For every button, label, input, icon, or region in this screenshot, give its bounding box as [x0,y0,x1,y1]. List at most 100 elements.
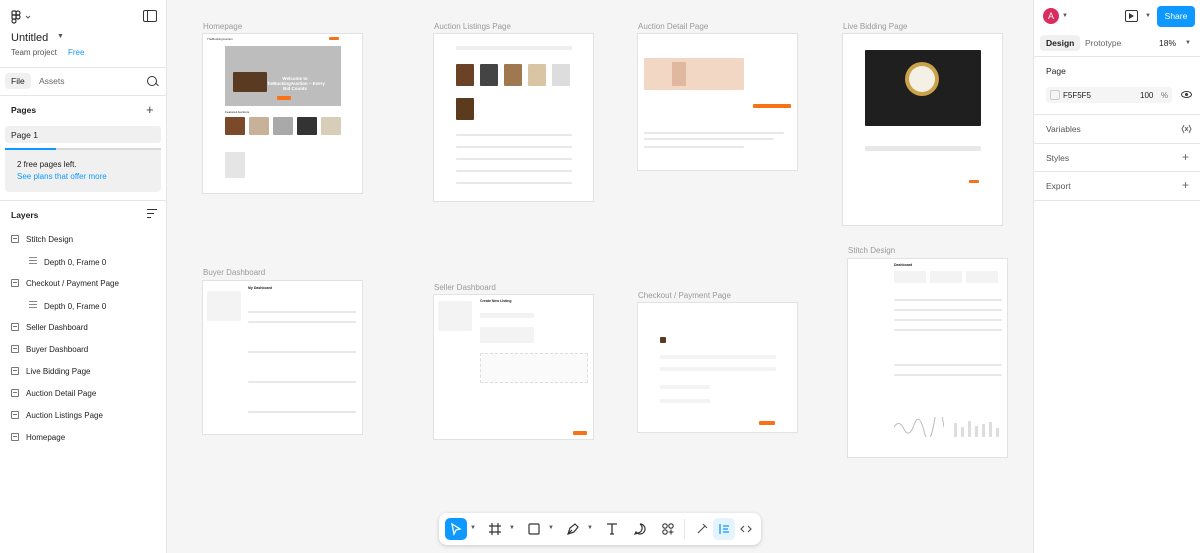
components-button[interactable] [657,518,679,540]
layer-label: Auction Listings Page [26,411,103,420]
frame-live[interactable] [843,34,1002,225]
zoom-level[interactable]: 18% [1159,38,1176,48]
tab-file[interactable]: File [5,73,31,89]
frame-icon [11,235,19,243]
background-hex[interactable]: F5F5F5 [1063,91,1091,100]
dev-mode-button[interactable] [735,518,757,540]
pencil-icon [697,523,708,534]
hero-title: Welcome to TheBuckingAuction – Every Bid… [265,76,325,91]
draw-mode-button[interactable] [691,518,713,540]
add-style-icon[interactable]: + [1182,151,1189,163]
chevron-down-icon[interactable]: ▼ [1185,40,1191,46]
add-export-icon[interactable]: + [1182,179,1189,191]
frame-homepage[interactable]: TheBuckingAuction Welcome to TheBuckingA… [203,34,362,193]
tab-prototype[interactable]: Prototype [1085,38,1121,48]
move-tool-button[interactable] [445,518,467,540]
divider [0,200,167,201]
frame-seller[interactable]: Create New Listing [434,295,593,439]
variables-icon[interactable] [1181,124,1192,134]
frame-icon [11,323,19,331]
comment-tool-button[interactable] [629,518,651,540]
toggle-sidebar-icon[interactable] [143,10,157,22]
layer-item[interactable]: Checkout / Payment Page [11,279,119,288]
frame-tool-button[interactable] [484,518,506,540]
styles-label[interactable]: Styles [1046,153,1069,163]
chevron-down-icon[interactable]: ▼ [509,525,515,531]
frame-buyer[interactable]: My Dashboard [203,281,362,434]
export-label[interactable]: Export [1046,181,1071,191]
eye-icon[interactable] [1181,91,1192,98]
avatar[interactable]: A [1043,8,1059,24]
layer-item[interactable]: Live Bidding Page [11,367,91,376]
page-item[interactable]: Page 1 [5,126,161,143]
layer-item[interactable]: Depth 0, Frame 0 [29,301,106,311]
frame-label-homepage[interactable]: Homepage [203,22,242,31]
collapse-layers-icon[interactable] [147,209,157,218]
figma-logo-icon[interactable] [11,10,33,24]
pen-tool-button[interactable] [562,518,584,540]
frame-stitch[interactable]: Dashboard [848,259,1007,457]
listing-row [456,158,572,160]
free-pages-text: 2 free pages left. [17,160,77,169]
chevron-down-icon[interactable]: ▼ [470,525,476,531]
text-tool-button[interactable] [601,518,623,540]
layer-item[interactable]: Stitch Design [11,235,73,244]
sales-bar-chart [954,421,999,437]
plan-badge[interactable]: Free [68,48,84,57]
left-tabs: File Assets [0,68,166,96]
frame-label-checkout[interactable]: Checkout / Payment Page [638,291,731,300]
background-color-field[interactable]: F5F5F5 100 % [1046,87,1172,103]
frame-checkout[interactable] [638,303,797,432]
checkout-field [660,399,710,403]
stat-card [930,271,962,283]
frame-label-live[interactable]: Live Bidding Page [843,22,908,31]
file-title[interactable]: Untitled [11,32,48,44]
share-button[interactable]: Share [1157,6,1195,27]
frame-label-detail[interactable]: Auction Detail Page [638,22,708,31]
chevron-down-icon[interactable]: ▼ [57,33,64,40]
listing-thumb [528,64,546,86]
frame-label-stitch[interactable]: Stitch Design [848,246,895,255]
tab-design[interactable]: Design [1040,35,1081,51]
layer-item[interactable]: Seller Dashboard [11,323,88,332]
layer-item[interactable]: Buyer Dashboard [11,345,88,354]
canvas[interactable]: Homepage TheBuckingAuction Welcome to Th… [167,0,1033,553]
frame-label-buyer[interactable]: Buyer Dashboard [203,268,265,277]
chevron-down-icon[interactable]: ▼ [587,525,593,531]
stitch-table-row [894,364,1002,366]
tab-assets[interactable]: Assets [39,76,65,86]
frame-label-listings[interactable]: Auction Listings Page [434,22,511,31]
buyer-table-row [248,311,356,313]
pay-button [759,421,775,425]
divider [1034,171,1200,172]
layer-item[interactable]: Auction Detail Page [11,389,96,398]
divider [1034,200,1200,201]
auction-thumb [225,152,245,178]
design-mode-button[interactable] [713,518,735,540]
frame-detail[interactable] [638,34,797,170]
color-swatch[interactable] [1050,90,1060,100]
see-plans-link[interactable]: See plans that offer more [17,171,149,183]
chevron-down-icon[interactable]: ▼ [548,525,554,531]
layer-label: Buyer Dashboard [26,345,89,354]
variables-label[interactable]: Variables [1046,124,1081,134]
present-icon[interactable] [1125,10,1138,22]
chevron-down-icon[interactable]: ▼ [1062,13,1068,19]
search-icon[interactable] [147,76,157,86]
layer-item[interactable]: Homepage [11,433,65,442]
frame-icon [11,411,19,419]
add-page-icon[interactable]: + [146,103,154,116]
frame-label-seller[interactable]: Seller Dashboard [434,283,496,292]
frame-listings[interactable] [434,34,593,201]
seller-sidebar [438,301,472,331]
divider [1034,56,1200,57]
layer-item[interactable]: Auction Listings Page [11,411,103,420]
stitch-table-row [894,309,1002,311]
background-opacity[interactable]: 100 [1140,91,1153,100]
comment-icon [633,523,646,536]
shape-tool-button[interactable] [523,518,545,540]
stitch-table-row [894,329,1002,331]
chevron-down-icon[interactable]: ▼ [1145,13,1151,19]
product-gallery [644,58,744,90]
layer-item[interactable]: Depth 0, Frame 0 [29,257,106,267]
